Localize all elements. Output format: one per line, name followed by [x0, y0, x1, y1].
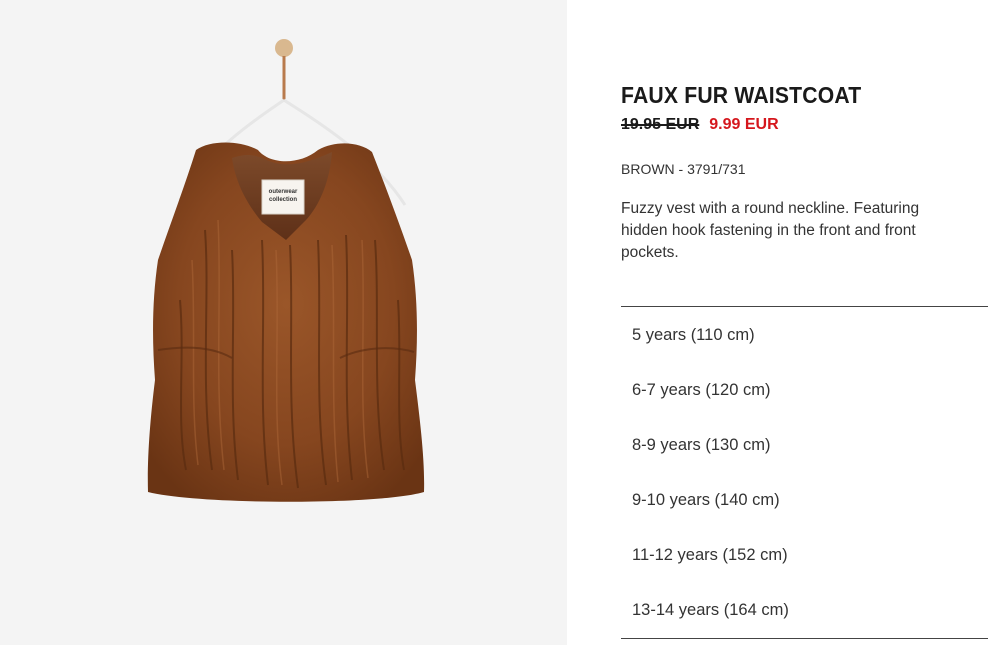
size-option[interactable]: 8-9 years (130 cm) — [621, 418, 988, 473]
garment-label-text: outerwear collection — [262, 188, 304, 204]
product-page: outerwear collection FAUX FUR WAISTCOAT … — [0, 0, 995, 645]
price-block: 19.95 EUR 9.99 EUR — [621, 116, 779, 134]
sale-price: 9.99 EUR — [709, 116, 779, 133]
size-option[interactable]: 13-14 years (164 cm) — [621, 583, 988, 638]
original-price: 19.95 EUR — [621, 116, 700, 133]
product-image[interactable]: outerwear collection — [0, 0, 567, 645]
product-title: FAUX FUR WAISTCOAT — [621, 82, 862, 108]
size-option[interactable]: 6-7 years (120 cm) — [621, 363, 988, 418]
size-option[interactable]: 11-12 years (152 cm) — [621, 528, 988, 583]
product-description: Fuzzy vest with a round neckline. Featur… — [621, 200, 920, 261]
label-line-2: collection — [268, 197, 297, 203]
size-option[interactable]: 5 years (110 cm) — [621, 308, 988, 363]
color-reference: BROWN - 3791/731 — [621, 161, 746, 177]
size-option[interactable]: 9-10 years (140 cm) — [621, 473, 988, 528]
size-selector: 5 years (110 cm) 6-7 years (120 cm) 8-9 … — [621, 306, 988, 639]
product-photo — [147, 39, 425, 502]
label-line-1: outerwear — [268, 189, 298, 195]
product-info: FAUX FUR WAISTCOAT 19.95 EUR 9.99 EUR BRO… — [621, 0, 988, 645]
